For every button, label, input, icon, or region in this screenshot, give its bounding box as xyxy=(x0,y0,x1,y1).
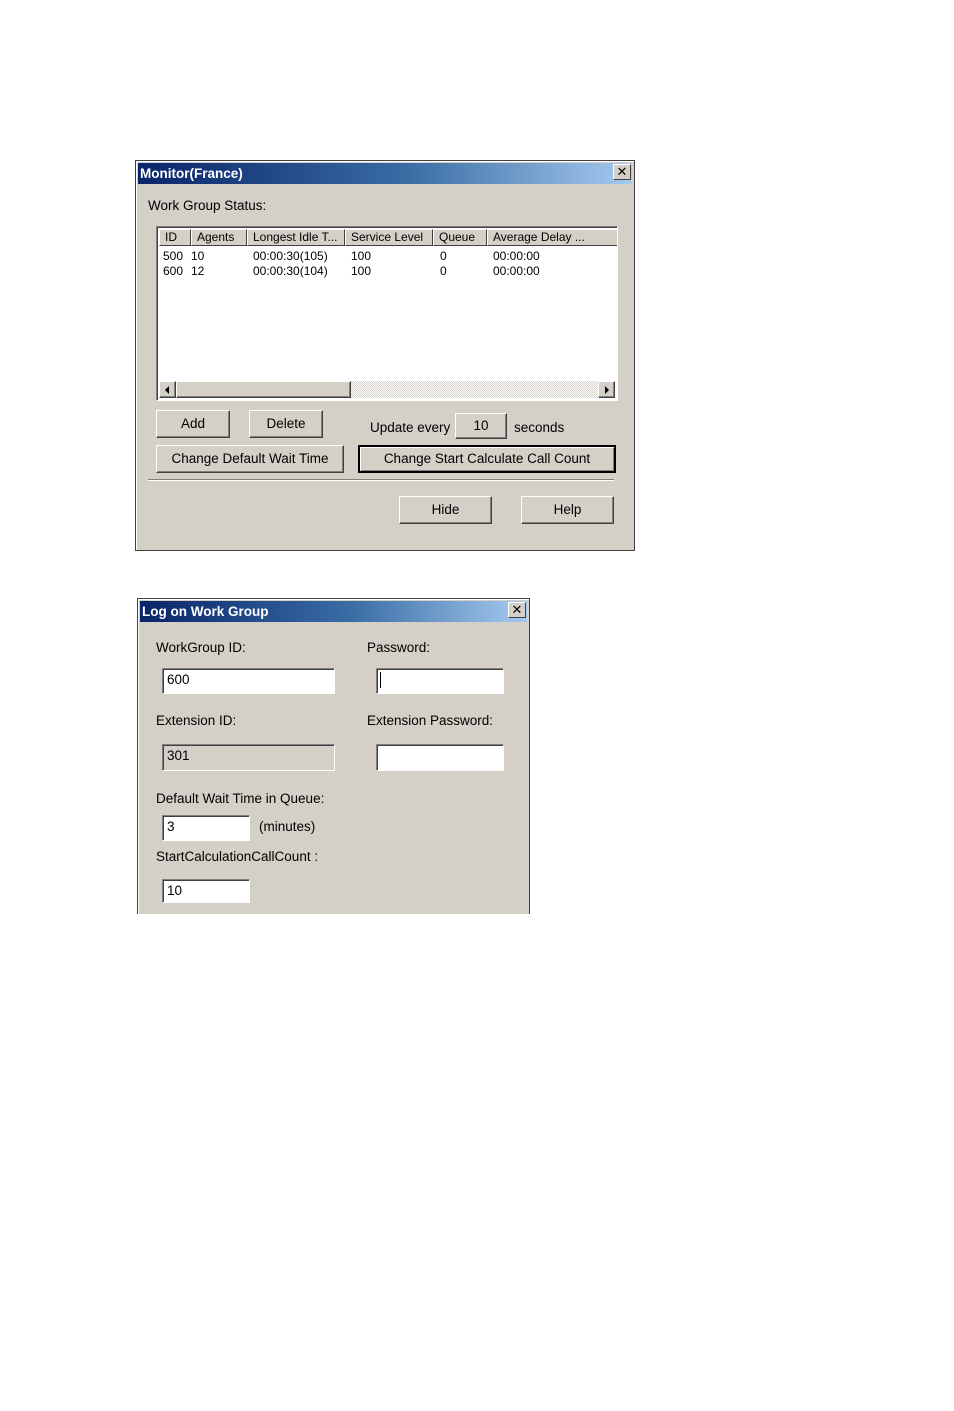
start-calculation-call-count-value: 10 xyxy=(167,883,183,898)
extension-id-label: Extension ID: xyxy=(156,713,237,728)
scroll-left-button[interactable] xyxy=(159,381,176,398)
change-default-wait-time-button[interactable]: Change Default Wait Time xyxy=(156,445,344,473)
monitor-dialog: Monitor(France) ✕ Work Group Status: ID … xyxy=(135,160,635,551)
work-group-status-label: Work Group Status: xyxy=(148,198,267,213)
close-icon: ✕ xyxy=(511,602,523,617)
password-input[interactable] xyxy=(376,668,504,694)
cell-queue: 0 xyxy=(440,264,447,278)
logon-dialog: Log on Work Group ✕ WorkGroup ID: 600 Pa… xyxy=(137,598,530,914)
workgroup-id-value: 600 xyxy=(167,672,190,687)
logon-titlebar[interactable]: Log on Work Group xyxy=(140,601,527,622)
horizontal-scrollbar[interactable] xyxy=(159,381,615,398)
extension-password-input[interactable] xyxy=(376,744,504,771)
table-row[interactable]: 600 12 00:00:30(104) 100 0 00:00:00 xyxy=(157,264,617,279)
column-header-agents[interactable]: Agents xyxy=(191,229,247,246)
update-every-label: Update every xyxy=(370,420,451,435)
update-interval-field[interactable]: 10 xyxy=(455,413,507,439)
start-calculation-call-count-input[interactable]: 10 xyxy=(162,879,250,903)
default-wait-time-value: 3 xyxy=(167,819,175,834)
cell-longest-idle: 00:00:30(104) xyxy=(253,264,328,278)
cell-service-level: 100 xyxy=(351,264,372,278)
extension-id-input[interactable]: 301 xyxy=(162,744,335,771)
monitor-title: Monitor(France) xyxy=(140,166,243,181)
logon-title: Log on Work Group xyxy=(142,604,269,619)
minutes-label: (minutes) xyxy=(259,819,316,834)
cell-id: 500 xyxy=(163,249,184,263)
change-start-calculate-call-count-button[interactable]: Change Start Calculate Call Count xyxy=(358,445,616,473)
text-caret xyxy=(380,672,381,688)
hide-button[interactable]: Hide xyxy=(399,496,492,524)
workgroup-id-input[interactable]: 600 xyxy=(162,668,335,694)
column-header-longest-idle[interactable]: Longest Idle T... xyxy=(247,229,345,246)
cell-longest-idle: 00:00:30(105) xyxy=(253,249,328,263)
cell-queue: 0 xyxy=(440,249,447,263)
delete-button[interactable]: Delete xyxy=(249,410,323,438)
scroll-right-button[interactable] xyxy=(598,381,615,398)
scroll-thumb[interactable] xyxy=(176,381,351,398)
column-header-queue[interactable]: Queue xyxy=(433,229,487,246)
cell-agents: 10 xyxy=(191,249,205,263)
monitor-titlebar[interactable]: Monitor(France) xyxy=(138,163,632,184)
cell-id: 600 xyxy=(163,264,184,278)
column-header-service-level[interactable]: Service Level xyxy=(345,229,433,246)
seconds-label: seconds xyxy=(514,420,565,435)
arrow-left-icon xyxy=(165,386,169,394)
help-button[interactable]: Help xyxy=(521,496,614,524)
cell-service-level: 100 xyxy=(351,249,372,263)
column-header-average-delay[interactable]: Average Delay ... xyxy=(487,229,617,246)
list-header: ID Agents Longest Idle T... Service Leve… xyxy=(159,229,617,246)
logon-close-button[interactable]: ✕ xyxy=(508,602,526,618)
work-group-status-list[interactable]: ID Agents Longest Idle T... Service Leve… xyxy=(156,226,618,401)
cell-agents: 12 xyxy=(191,264,205,278)
extension-id-value: 301 xyxy=(167,748,190,763)
dialog-separator xyxy=(148,479,614,481)
cell-average-delay: 00:00:00 xyxy=(493,249,540,263)
extension-password-label: Extension Password: xyxy=(367,713,494,728)
table-row[interactable]: 500 10 00:00:30(105) 100 0 00:00:00 xyxy=(157,249,617,264)
close-icon: ✕ xyxy=(616,164,628,179)
default-wait-time-input[interactable]: 3 xyxy=(162,815,250,841)
add-button[interactable]: Add xyxy=(156,410,230,438)
column-header-id[interactable]: ID xyxy=(159,229,191,246)
workgroup-id-label: WorkGroup ID: xyxy=(156,640,246,655)
arrow-right-icon xyxy=(605,386,609,394)
cell-average-delay: 00:00:00 xyxy=(493,264,540,278)
default-wait-time-label: Default Wait Time in Queue: xyxy=(156,791,325,806)
monitor-close-button[interactable]: ✕ xyxy=(613,164,631,180)
password-label: Password: xyxy=(367,640,431,655)
start-calculation-call-count-label: StartCalculationCallCount : xyxy=(156,849,319,864)
